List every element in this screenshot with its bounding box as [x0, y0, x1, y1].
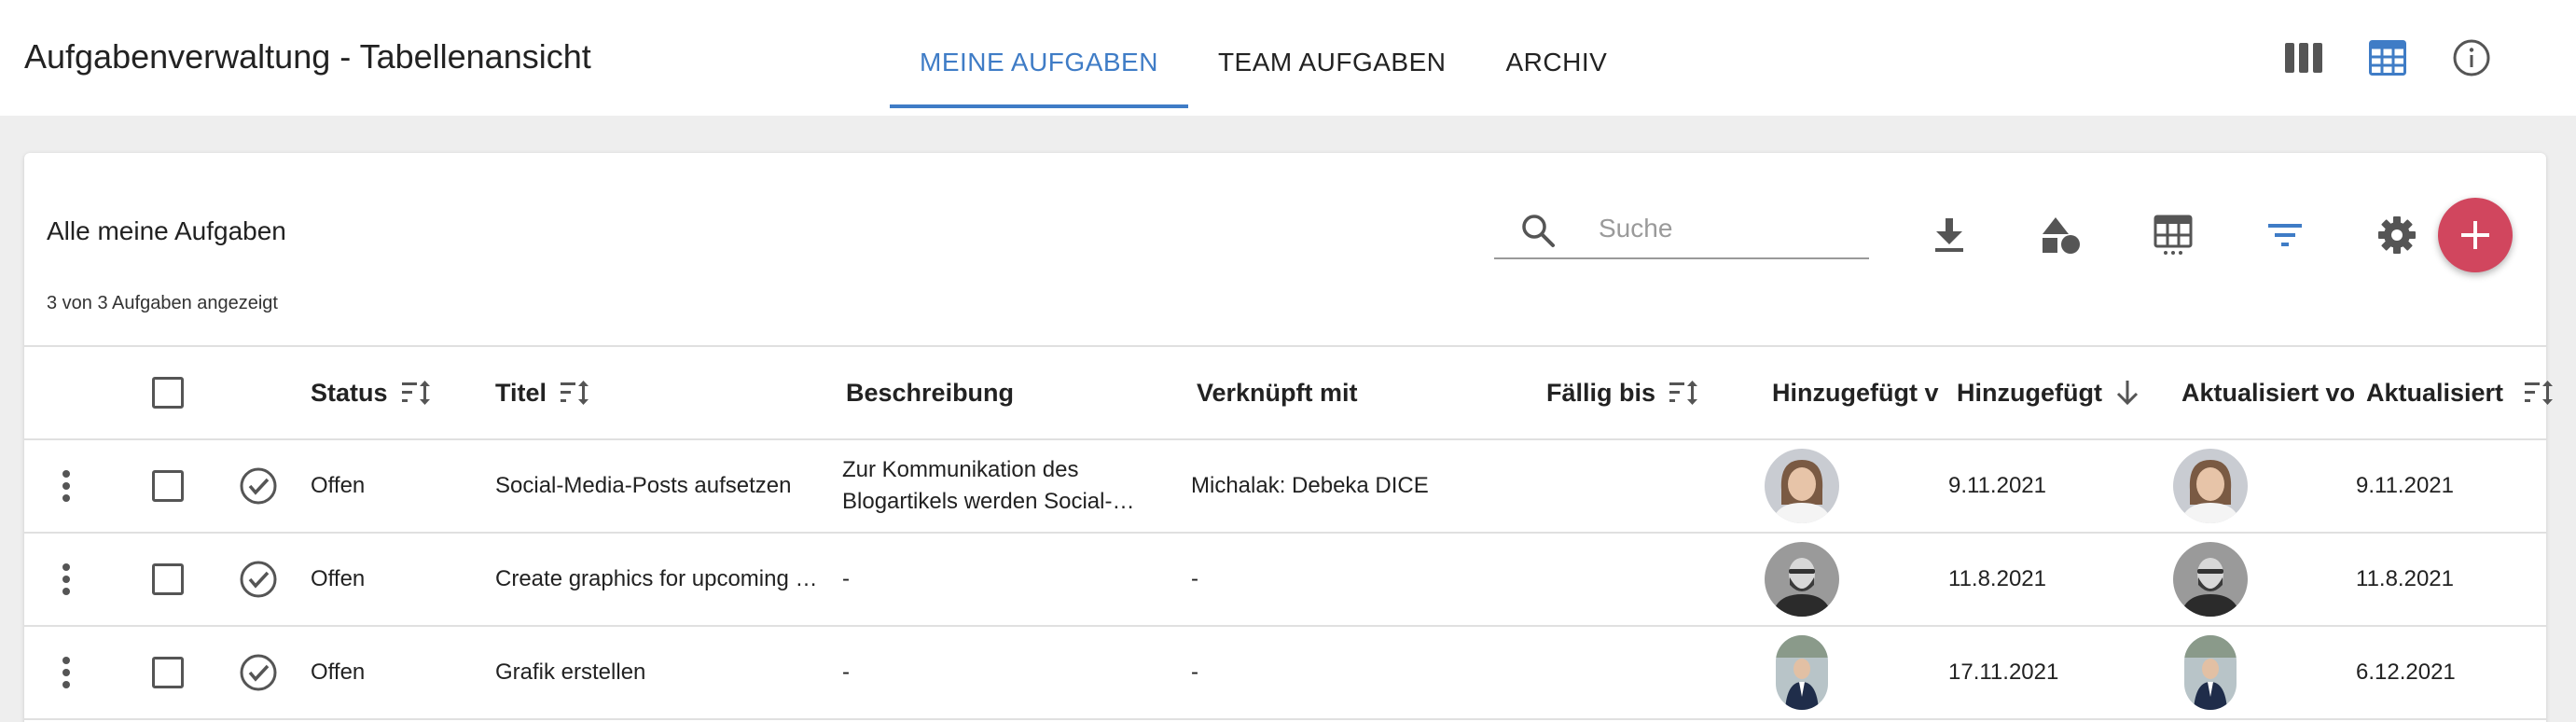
row-added: 11.8.2021: [1948, 566, 2046, 591]
header-updated-by[interactable]: Aktualisiert vo: [2181, 347, 2370, 438]
header-added-by[interactable]: Hinzugefügt v: [1772, 347, 1960, 438]
complete-check-icon[interactable]: [239, 440, 278, 532]
table-row[interactable]: Offen Social-Media-Posts aufsetzen Zur K…: [24, 440, 2546, 534]
header-title-label: Titel: [495, 378, 547, 407]
row-title[interactable]: Create graphics for upcoming …: [495, 534, 840, 625]
complete-check-icon[interactable]: [239, 627, 278, 718]
settings-icon[interactable]: [2371, 209, 2423, 261]
header-due[interactable]: Fällig bis: [1546, 347, 1700, 438]
page-title: Aufgabenverwaltung - Tabellenansicht: [24, 37, 591, 76]
add-task-button[interactable]: [2438, 198, 2513, 272]
updated-by-avatar: [2173, 534, 2248, 625]
complete-check-icon[interactable]: [239, 534, 278, 625]
column-view-icon[interactable]: [2278, 32, 2330, 84]
table-view-icon[interactable]: [2361, 32, 2414, 84]
sort-icon[interactable]: [2524, 379, 2555, 407]
row-title[interactable]: Social-Media-Posts aufsetzen: [495, 440, 840, 532]
search-input[interactable]: [1599, 207, 1850, 250]
tab-bar: MEINE AUFGABEN TEAM AUFGABEN ARCHIV: [890, 0, 1637, 116]
top-bar: Aufgabenverwaltung - Tabellenansicht MEI…: [0, 0, 2576, 116]
added-by-avatar: [1776, 627, 1828, 718]
header-status-label: Status: [311, 378, 388, 407]
shapes-icon[interactable]: [2035, 209, 2087, 261]
table-row[interactable]: Offen Create graphics for upcoming … - -…: [24, 534, 2546, 627]
task-card: Alle meine Aufgaben 3 von 3 Aufgaben ang…: [24, 153, 2554, 722]
header-status[interactable]: Status: [311, 347, 433, 438]
header-added[interactable]: Hinzugefügt: [1957, 347, 2140, 438]
add-icon: [2461, 221, 2489, 249]
updated-by-avatar: [2173, 440, 2248, 532]
row-checkbox-cell: [152, 627, 184, 718]
arrow-down-icon[interactable]: [2115, 379, 2140, 407]
download-icon[interactable]: [1923, 209, 1975, 261]
row-updated: 9.11.2021: [2356, 473, 2454, 498]
sort-icon[interactable]: [1669, 379, 1700, 407]
table-header-row: Status Titel Beschreibung Verknüpft mit …: [24, 347, 2554, 440]
task-table: Status Titel Beschreibung Verknüpft mit …: [24, 345, 2554, 720]
row-added: 9.11.2021: [1948, 473, 2046, 498]
row-linked[interactable]: Michalak: Debeka DICE: [1191, 440, 1536, 532]
tab-meine-aufgaben[interactable]: MEINE AUFGABEN: [890, 0, 1188, 116]
sort-icon[interactable]: [401, 379, 433, 407]
header-updated-label: Aktualisiert: [2366, 378, 2504, 407]
row-menu-icon[interactable]: [62, 534, 71, 625]
row-updated: 11.8.2021: [2356, 566, 2454, 591]
table-row[interactable]: Offen Grafik erstellen - - 17.11.2021 6.…: [24, 627, 2546, 720]
row-menu-icon[interactable]: [62, 627, 71, 718]
row-description: -: [842, 566, 850, 591]
sort-icon[interactable]: [560, 379, 591, 407]
row-checkbox[interactable]: [152, 657, 184, 688]
select-all-checkbox[interactable]: [152, 377, 184, 409]
row-added: 17.11.2021: [1948, 660, 2059, 685]
row-menu-icon[interactable]: [62, 440, 71, 532]
filter-icon[interactable]: [2259, 209, 2311, 261]
added-by-avatar: [1765, 440, 1839, 532]
row-linked[interactable]: -: [1191, 534, 1198, 625]
header-description[interactable]: Beschreibung: [846, 347, 1014, 438]
select-all-checkbox-cell: [152, 347, 184, 438]
row-description: -: [842, 660, 850, 685]
header-due-label: Fällig bis: [1546, 378, 1656, 407]
row-status: Offen: [311, 566, 366, 591]
search-box: [1494, 198, 1869, 259]
added-by-avatar: [1765, 534, 1839, 625]
search-icon: [1520, 213, 1556, 253]
row-status: Offen: [311, 473, 366, 498]
tab-team-aufgaben[interactable]: TEAM AUFGABEN: [1188, 0, 1476, 116]
table-columns-icon[interactable]: [2147, 209, 2199, 261]
row-checkbox-cell: [152, 534, 184, 625]
card-title: Alle meine Aufgaben: [47, 216, 286, 245]
header-linked[interactable]: Verknüpft mit: [1197, 347, 1358, 438]
row-checkbox-cell: [152, 440, 184, 532]
row-updated: 6.12.2021: [2356, 660, 2456, 685]
info-icon[interactable]: [2445, 32, 2498, 84]
row-checkbox[interactable]: [152, 470, 184, 502]
row-status: Offen: [311, 660, 366, 685]
row-checkbox[interactable]: [152, 563, 184, 595]
row-description: Zur Kommunikation des Blogartikels werde…: [842, 457, 1135, 514]
updated-by-avatar: [2184, 627, 2237, 718]
row-title[interactable]: Grafik erstellen: [495, 627, 840, 718]
header-title[interactable]: Titel: [495, 347, 591, 438]
tab-archiv[interactable]: ARCHIV: [1475, 0, 1637, 116]
header-added-label: Hinzugefügt: [1957, 378, 2102, 407]
task-count: 3 von 3 Aufgaben angezeigt: [47, 293, 278, 313]
header-updated[interactable]: Aktualisiert: [2366, 347, 2555, 438]
row-linked[interactable]: -: [1191, 627, 1198, 718]
